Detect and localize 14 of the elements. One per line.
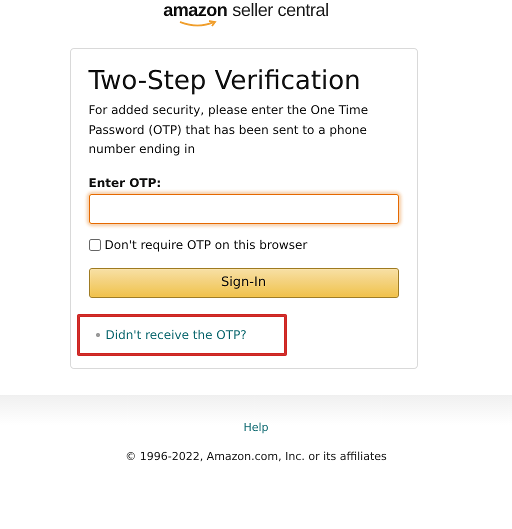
copyright-text: © 1996-2022, Amazon.com, Inc. or its affiliates [125,450,387,462]
brand-name: amazon [163,0,228,20]
help-link[interactable]: Help [243,420,269,434]
bullet-icon [96,332,100,336]
checkbox-label[interactable]: Don't require OTP on this browser [104,238,308,252]
sign-in-button[interactable]: Sign-In [88,268,398,298]
page-title: Two-Step Verification [88,65,362,98]
otp-input-field[interactable] [88,194,398,224]
product-name: seller central [232,0,329,20]
smile-arrow-icon [178,20,218,28]
field-label: Enter OTP: [88,176,162,190]
otp-help-link[interactable]: Didn't receive the OTP? [106,328,247,342]
instruction-text: For added security, please enter the One Time Password (OTP) that has been sent to a phone number ending in [88,102,370,158]
checkbox[interactable] [88,238,100,250]
